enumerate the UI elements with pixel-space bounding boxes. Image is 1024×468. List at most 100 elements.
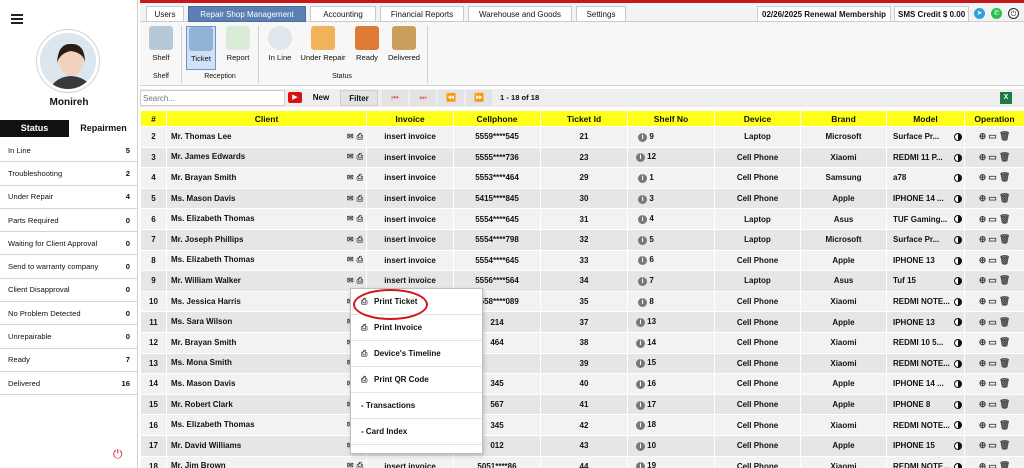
add-icon[interactable]: ⊕: [979, 461, 987, 468]
client-cell[interactable]: Ms. Sara Wilson⎙✉: [166, 311, 367, 333]
trash-icon[interactable]: 🗑: [999, 275, 1010, 285]
add-icon[interactable]: ⊕: [979, 214, 987, 224]
info-icon[interactable]: i: [635, 421, 645, 431]
add-icon[interactable]: ⊕: [979, 358, 987, 368]
context-menu-item[interactable]: ⎙ Print QR Code: [351, 367, 482, 393]
add-icon[interactable]: ⊕: [979, 378, 987, 388]
telegram-icon[interactable]: ➤: [974, 8, 985, 19]
trash-icon[interactable]: 🗑: [999, 131, 1010, 141]
trash-icon[interactable]: 🗑: [999, 255, 1010, 265]
trash-icon[interactable]: 🗑: [999, 461, 1010, 468]
client-cell[interactable]: Ms. Mason Davis⎙✉: [166, 373, 367, 395]
context-menu-item[interactable]: - Card Index: [351, 419, 482, 445]
table-row[interactable]: 2 Mr. Thomas Lee ⎙ ✉ insert invoice 5559****5…: [140, 126, 1024, 148]
trash-icon[interactable]: 🗑: [999, 172, 1010, 182]
invoice-cell[interactable]: insert invoice: [366, 146, 454, 169]
table-row[interactable]: 13Ms. Mona Smith⎙✉39i 15Cell PhoneXiaomi…: [140, 352, 1024, 375]
info-icon[interactable]: i: [638, 194, 648, 204]
monitor-icon[interactable]: ▭: [988, 255, 997, 265]
monitor-icon[interactable]: ▭: [988, 399, 997, 409]
client-cell[interactable]: Mr. Thomas Lee ⎙ ✉: [166, 126, 367, 148]
print-icon[interactable]: ⎙: [357, 194, 363, 204]
status-item[interactable]: Send to warranty company 0: [0, 255, 138, 279]
info-icon[interactable]: i: [635, 462, 645, 468]
chat-icon[interactable]: ✉: [347, 194, 354, 203]
tab-warehouse-and-goods[interactable]: Warehouse and Goods: [468, 6, 572, 22]
print-icon[interactable]: ⎙: [357, 152, 363, 162]
client-cell[interactable]: Mr. Brayan Smith ⎙✉: [166, 167, 367, 189]
table-row[interactable]: 12Mr. Brayan Smith⎙✉46438i 14Cell PhoneX…: [140, 331, 1024, 354]
info-icon[interactable]: i: [638, 235, 648, 245]
first-page-button[interactable]: ⏮: [382, 90, 408, 106]
info-icon[interactable]: i: [635, 379, 645, 389]
add-icon[interactable]: ⊕: [979, 172, 987, 182]
search-input[interactable]: [140, 90, 285, 106]
chat-icon[interactable]: ✉: [347, 255, 354, 264]
info-icon[interactable]: i: [635, 338, 645, 348]
client-cell[interactable]: Mr. Robert Clark⎙✉: [166, 393, 367, 416]
info-icon[interactable]: i: [635, 359, 645, 369]
monitor-icon[interactable]: ▭: [988, 461, 997, 468]
print-icon[interactable]: ⎙: [357, 461, 363, 468]
trash-icon[interactable]: 🗑: [999, 420, 1010, 430]
invoice-cell[interactable]: insert invoice: [366, 208, 454, 230]
renewal-membership[interactable]: 02/26/2025 Renewal Membership: [757, 6, 892, 22]
monitor-icon[interactable]: ▭: [988, 317, 997, 327]
invoice-cell[interactable]: insert invoice: [366, 249, 454, 272]
add-icon[interactable]: ⊕: [979, 255, 987, 265]
add-icon[interactable]: ⊕: [979, 152, 987, 162]
invoice-cell[interactable]: insert invoice: [366, 187, 454, 210]
chat-icon[interactable]: ✉: [347, 461, 354, 468]
table-row[interactable]: 10Ms. Jessica Harris⎙✉5558****08935i 8Ce…: [140, 290, 1024, 313]
status-item[interactable]: Parts Required 0: [0, 209, 138, 233]
ready-button[interactable]: Ready: [353, 26, 381, 70]
monitor-icon[interactable]: ▭: [988, 440, 997, 450]
previous-page-button[interactable]: ⏪: [438, 90, 464, 106]
monitor-icon[interactable]: ▭: [988, 152, 997, 162]
col-shelf-no[interactable]: Shelf No: [627, 110, 715, 127]
status-item[interactable]: Ready 7: [0, 349, 138, 372]
table-row[interactable]: 5 Ms. Mason Davis ⎙ ✉ insert invoice 5415****…: [140, 187, 1024, 210]
trash-icon[interactable]: 🗑: [999, 317, 1010, 327]
table-row[interactable]: 8 Ms. Elizabeth Thomas ⎙ ✉ insert invoice 555…: [140, 249, 1024, 272]
monitor-icon[interactable]: ▭: [988, 234, 997, 244]
info-icon[interactable]: i: [635, 400, 645, 410]
info-icon[interactable]: i: [635, 153, 645, 163]
report-button[interactable]: Report: [222, 26, 254, 70]
client-cell[interactable]: Ms. Mason Davis⎙✉: [166, 187, 367, 210]
tab-financial-reports[interactable]: Financial Reports: [380, 6, 464, 22]
tab-users[interactable]: Users: [146, 6, 184, 22]
client-cell[interactable]: Ms. Elizabeth Thomas⎙✉: [166, 249, 367, 272]
table-row[interactable]: 7 Mr. Joseph Phillips ⎙ ✉ insert invoice 5554…: [140, 228, 1024, 251]
chat-icon[interactable]: ✉: [347, 276, 354, 285]
col-cellphone[interactable]: Cellphone: [453, 110, 541, 127]
client-cell[interactable]: Ms. Mona Smith⎙✉: [166, 352, 367, 375]
chat-icon[interactable]: ✉: [347, 214, 354, 223]
tab-settings[interactable]: Settings: [576, 6, 626, 22]
add-icon[interactable]: ⊕: [979, 440, 987, 450]
table-row[interactable]: 17Mr. David Williams⎙✉01243i 10Cell Phon…: [140, 434, 1024, 457]
next-page-button[interactable]: ⏩: [466, 90, 492, 106]
under-repair-button[interactable]: Under Repair: [297, 26, 349, 70]
tab-repair-shop-management[interactable]: Repair Shop Management: [188, 6, 306, 22]
info-icon[interactable]: i: [638, 276, 648, 286]
table-row[interactable]: 16Ms. Elizabeth Thomas⎙✉34542i 18Cell Ph…: [140, 414, 1024, 436]
print-icon[interactable]: ⎙: [357, 276, 363, 286]
monitor-icon[interactable]: ▭: [988, 378, 997, 388]
invoice-cell[interactable]: insert invoice: [366, 167, 454, 189]
power-icon[interactable]: ⏻: [1008, 8, 1019, 19]
client-cell[interactable]: Mr. James Edwards ⎙ ✉: [166, 146, 367, 169]
print-icon[interactable]: ⎙: [357, 235, 363, 245]
chat-icon[interactable]: ✉: [347, 132, 354, 141]
table-row[interactable]: 18 Mr. Jim Brown ⎙ ✉ insert invoice 5051****8…: [140, 455, 1024, 468]
chat-icon[interactable]: ✉: [347, 235, 354, 244]
client-cell[interactable]: Ms. Elizabeth Thomas⎙✉: [166, 414, 367, 436]
col-model[interactable]: Model: [886, 110, 965, 127]
info-icon[interactable]: i: [635, 318, 645, 328]
col-brand[interactable]: Brand: [800, 110, 887, 127]
monitor-icon[interactable]: ▭: [988, 337, 997, 347]
chat-icon[interactable]: ✉: [347, 152, 354, 161]
monitor-icon[interactable]: ▭: [988, 193, 997, 203]
context-menu-item[interactable]: - Transactions: [351, 393, 482, 419]
client-cell[interactable]: Mr. Joseph Phillips ⎙ ✉: [166, 228, 367, 251]
